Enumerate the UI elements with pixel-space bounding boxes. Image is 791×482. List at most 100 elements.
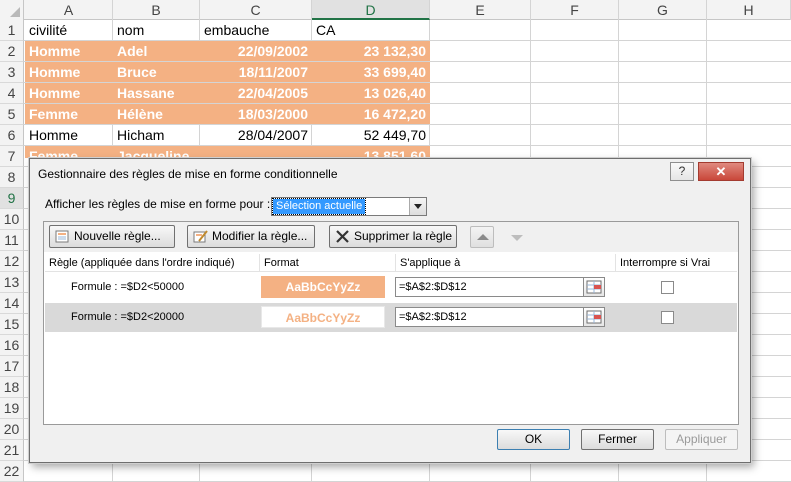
- row-header-8[interactable]: 8: [0, 167, 24, 188]
- row-header-20[interactable]: 20: [0, 419, 24, 440]
- cell-b1[interactable]: nom: [113, 20, 200, 40]
- rule-row[interactable]: Formule : =$D2<50000 AaBbCcYyZz =$A$2:$D…: [45, 273, 737, 302]
- row-header-4[interactable]: 4: [0, 83, 24, 104]
- cell-a5[interactable]: Femme: [25, 104, 113, 124]
- row-header-3[interactable]: 3: [0, 62, 24, 83]
- column-header-row: A B C D E F G H: [0, 0, 791, 20]
- arrow-down-icon: [511, 235, 523, 241]
- cell-b2[interactable]: Adel: [113, 41, 200, 61]
- row-header-12[interactable]: 12: [0, 251, 24, 272]
- delete-rule-label: Supprimer la règle: [354, 229, 453, 243]
- stop-if-true-checkbox[interactable]: [661, 311, 674, 324]
- format-preview: AaBbCcYyZz: [261, 306, 385, 328]
- new-rule-button[interactable]: Nouvelle règle...: [49, 225, 175, 248]
- row-header-11[interactable]: 11: [0, 230, 24, 251]
- row-header-13[interactable]: 13: [0, 272, 24, 293]
- applies-to-input[interactable]: =$A$2:$D$12: [395, 307, 585, 327]
- row-header-22[interactable]: 22: [0, 461, 24, 482]
- cell-c1[interactable]: embauche: [200, 20, 312, 40]
- format-preview: AaBbCcYyZz: [261, 276, 385, 298]
- column-header-e[interactable]: E: [430, 0, 531, 20]
- cell-a6[interactable]: Homme: [25, 125, 113, 145]
- show-rules-dropdown[interactable]: Sélection actuelle: [271, 197, 427, 216]
- ok-button[interactable]: OK: [497, 429, 570, 450]
- move-down-button[interactable]: [504, 226, 528, 248]
- cell-a1[interactable]: civilité: [25, 20, 113, 40]
- edit-rule-icon: [193, 230, 208, 243]
- show-rules-label: Afficher les règles de mise en forme pou…: [45, 197, 271, 211]
- column-header-h[interactable]: H: [707, 0, 791, 20]
- edit-rule-label: Modifier la règle...: [212, 229, 308, 243]
- cell-c6[interactable]: 28/04/2007: [200, 125, 312, 145]
- column-header-a[interactable]: A: [25, 0, 113, 20]
- conditional-formatting-dialog: Gestionnaire des règles de mise en forme…: [29, 158, 751, 463]
- close-icon[interactable]: ✕: [698, 162, 744, 181]
- row-header-15[interactable]: 15: [0, 314, 24, 335]
- range-picker-icon[interactable]: [583, 277, 605, 297]
- row-header-14[interactable]: 14: [0, 293, 24, 314]
- column-rule: Règle (appliquée dans l'ordre indiqué): [45, 254, 260, 272]
- cell-d6[interactable]: 52 449,70: [312, 125, 430, 145]
- close-button[interactable]: Fermer: [581, 429, 654, 450]
- cell-a2[interactable]: Homme: [25, 41, 113, 61]
- rule-formula: Formule : =$D2<50000: [71, 281, 185, 293]
- row-header-1[interactable]: 1: [0, 20, 24, 41]
- cell-d1[interactable]: CA: [312, 20, 430, 40]
- row-header-19[interactable]: 19: [0, 398, 24, 419]
- cell-d5[interactable]: 16 472,20: [312, 104, 430, 124]
- rule-formula: Formule : =$D2<20000: [71, 311, 185, 323]
- new-rule-label: Nouvelle règle...: [74, 229, 161, 243]
- row-header-18[interactable]: 18: [0, 377, 24, 398]
- row-header-16[interactable]: 16: [0, 335, 24, 356]
- column-header-c[interactable]: C: [200, 0, 312, 20]
- cell-c5[interactable]: 18/03/2000: [200, 104, 312, 124]
- cell-d2[interactable]: 23 132,30: [312, 41, 430, 61]
- select-all-corner[interactable]: [0, 0, 24, 20]
- apply-button[interactable]: Appliquer: [665, 429, 738, 450]
- column-header-b[interactable]: B: [113, 0, 200, 20]
- applies-to-input[interactable]: =$A$2:$D$12: [395, 277, 585, 297]
- cell-b6[interactable]: Hicham: [113, 125, 200, 145]
- row-header-7[interactable]: 7: [0, 146, 24, 167]
- cell-c4[interactable]: 22/04/2005: [200, 83, 312, 103]
- cell-d4[interactable]: 13 026,40: [312, 83, 430, 103]
- rules-panel: Nouvelle règle... Modifier la règle... S…: [43, 221, 739, 425]
- cell-d7[interactable]: 13 851,60: [312, 146, 430, 158]
- cell-a4[interactable]: Homme: [25, 83, 113, 103]
- row-header-6[interactable]: 6: [0, 125, 24, 146]
- rules-toolbar: Nouvelle règle... Modifier la règle... S…: [44, 222, 738, 252]
- cell-b5[interactable]: Hélène: [113, 104, 200, 124]
- cell-b7[interactable]: Jacqueline: [113, 146, 200, 158]
- chevron-down-icon[interactable]: [409, 198, 426, 215]
- edit-rule-button[interactable]: Modifier la règle...: [187, 225, 315, 248]
- column-header-f[interactable]: F: [531, 0, 619, 20]
- rules-table-header: Règle (appliquée dans l'ordre indiqué) F…: [45, 254, 737, 272]
- range-picker-icon[interactable]: [583, 307, 605, 327]
- cell-c3[interactable]: 18/11/2007: [200, 62, 312, 82]
- row-header-17[interactable]: 17: [0, 356, 24, 377]
- cell-a7[interactable]: Femme: [25, 146, 113, 158]
- dialog-title: Gestionnaire des règles de mise en forme…: [38, 167, 338, 181]
- row-header-2[interactable]: 2: [0, 41, 24, 62]
- column-applies-to: S'applique à: [396, 254, 616, 272]
- row-header-9[interactable]: 9: [0, 188, 24, 209]
- cell-b4[interactable]: Hassane: [113, 83, 200, 103]
- cell-d3[interactable]: 33 699,40: [312, 62, 430, 82]
- delete-rule-button[interactable]: Supprimer la règle: [329, 225, 457, 248]
- column-stop-if-true: Interrompre si Vrai: [620, 257, 711, 269]
- column-header-d[interactable]: D: [312, 0, 430, 20]
- row-header-21[interactable]: 21: [0, 440, 24, 461]
- help-button[interactable]: ?: [670, 162, 694, 181]
- cell-b3[interactable]: Bruce: [113, 62, 200, 82]
- delete-x-icon: [336, 230, 349, 243]
- cell-c2[interactable]: 22/09/2002: [200, 41, 312, 61]
- new-rule-icon: [55, 230, 69, 243]
- column-header-g[interactable]: G: [619, 0, 707, 20]
- rule-row[interactable]: Formule : =$D2<20000 AaBbCcYyZz =$A$2:$D…: [45, 303, 737, 332]
- cell-a3[interactable]: Homme: [25, 62, 113, 82]
- move-up-button[interactable]: [470, 226, 494, 248]
- row-header-5[interactable]: 5: [0, 104, 24, 125]
- column-format: Format: [260, 254, 396, 272]
- row-header-10[interactable]: 10: [0, 209, 24, 230]
- stop-if-true-checkbox[interactable]: [661, 281, 674, 294]
